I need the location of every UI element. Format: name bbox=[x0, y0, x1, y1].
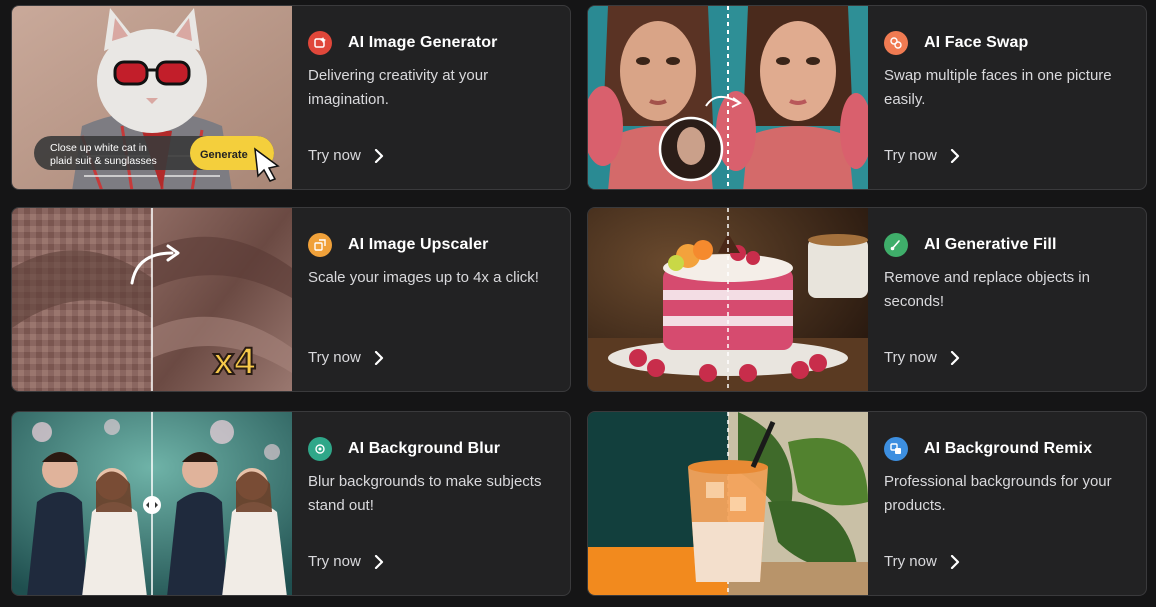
sparkle-image-icon bbox=[308, 31, 332, 55]
card-ai-image-upscaler[interactable]: x4 AI Image Upscaler Scale your images u… bbox=[11, 207, 571, 392]
try-now-link[interactable]: Try now bbox=[884, 147, 961, 164]
chevron-right-icon bbox=[374, 148, 383, 163]
ai-face-swap-thumbnail bbox=[588, 6, 868, 189]
card-title: AI Generative Fill bbox=[924, 236, 1057, 253]
card-ai-image-generator[interactable]: Close up white cat in plaid suit & sungl… bbox=[11, 5, 571, 190]
card-title: AI Background Remix bbox=[924, 440, 1093, 457]
card-description: Blur backgrounds to make subjects stand … bbox=[308, 473, 542, 514]
fabric-upscale-image: x4 bbox=[12, 208, 292, 391]
upscale-icon bbox=[308, 233, 332, 257]
wedding-couple-image bbox=[12, 412, 292, 595]
face-swap-icon bbox=[884, 31, 908, 55]
chevron-right-icon bbox=[950, 554, 959, 569]
try-now-label: Try now bbox=[884, 553, 937, 570]
card-title: AI Image Upscaler bbox=[348, 236, 489, 253]
try-now-label: Try now bbox=[308, 553, 361, 570]
chevron-right-icon bbox=[374, 554, 383, 569]
card-ai-background-blur[interactable]: AI Background Blur Blur backgrounds to m… bbox=[11, 411, 571, 596]
try-now-link[interactable]: Try now bbox=[308, 349, 385, 366]
chevron-right-icon bbox=[950, 148, 959, 163]
try-now-label: Try now bbox=[308, 147, 361, 164]
cake-image bbox=[588, 208, 868, 391]
try-now-label: Try now bbox=[884, 349, 937, 366]
try-now-link[interactable]: Try now bbox=[308, 553, 385, 570]
try-now-link[interactable]: Try now bbox=[884, 349, 961, 366]
card-title: AI Background Blur bbox=[348, 440, 501, 457]
card-description: Scale your images up to 4x a click! bbox=[308, 269, 539, 286]
card-description: Professional backgrounds for your produc… bbox=[884, 473, 1112, 514]
card-ai-generative-fill[interactable]: AI Generative Fill Remove and replace ob… bbox=[587, 207, 1147, 392]
chevron-right-icon bbox=[950, 350, 959, 365]
brush-icon bbox=[884, 233, 908, 257]
remix-icon bbox=[884, 437, 908, 461]
card-description: Remove and replace objects in seconds! bbox=[884, 269, 1090, 310]
card-ai-background-remix[interactable]: AI Background Remix Professional backgro… bbox=[587, 411, 1147, 596]
face-swap-image bbox=[588, 6, 868, 189]
ai-image-generator-thumbnail: Close up white cat in plaid suit & sungl… bbox=[12, 6, 292, 189]
chevron-right-icon bbox=[374, 350, 383, 365]
try-now-link[interactable]: Try now bbox=[308, 147, 385, 164]
ai-background-blur-thumbnail bbox=[12, 412, 292, 595]
try-now-link[interactable]: Try now bbox=[884, 553, 961, 570]
try-now-label: Try now bbox=[308, 349, 361, 366]
card-description: Delivering creativity at your imaginatio… bbox=[308, 67, 489, 108]
card-description: Swap multiple faces in one picture easil… bbox=[884, 67, 1112, 108]
tools-grid: Close up white cat in plaid suit & sungl… bbox=[0, 0, 1156, 607]
card-ai-face-swap[interactable]: AI Face Swap Swap multiple faces in one … bbox=[587, 5, 1147, 190]
blur-icon bbox=[308, 437, 332, 461]
x4-badge: x4 bbox=[213, 341, 255, 383]
card-title: AI Image Generator bbox=[348, 34, 498, 51]
card-title: AI Face Swap bbox=[924, 34, 1029, 51]
generate-label: Generate bbox=[200, 149, 248, 161]
ai-background-remix-thumbnail bbox=[588, 412, 868, 595]
cat-in-sunglasses-image: Close up white cat in plaid suit & sungl… bbox=[12, 6, 292, 189]
iced-drink-image bbox=[588, 412, 868, 595]
try-now-label: Try now bbox=[884, 147, 937, 164]
prompt-text-line2: plaid suit & sunglasses bbox=[50, 155, 157, 167]
ai-image-upscaler-thumbnail: x4 bbox=[12, 208, 292, 391]
ai-generative-fill-thumbnail bbox=[588, 208, 868, 391]
prompt-text-line1: Close up white cat in bbox=[50, 142, 147, 154]
